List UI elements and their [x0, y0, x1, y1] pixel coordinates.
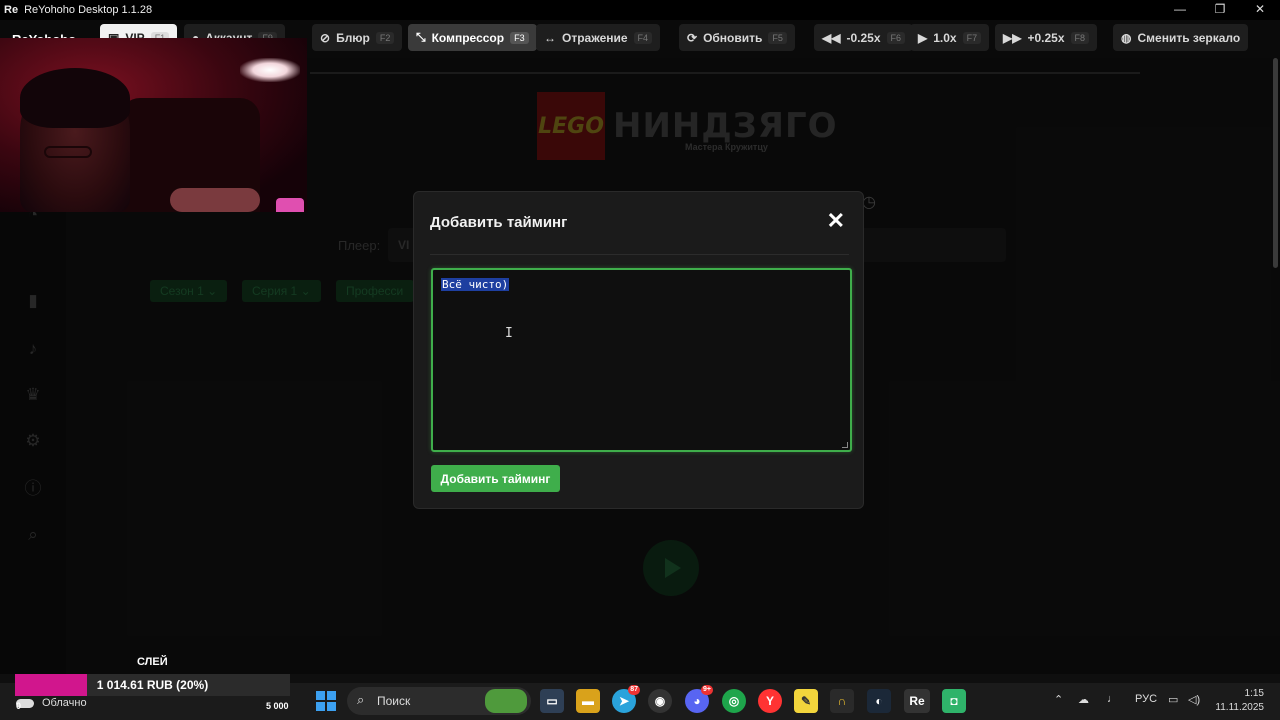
- xbox-icon[interactable]: ◎: [722, 689, 746, 713]
- speed-down-button[interactable]: ◀◀ -0.25x F6: [814, 24, 914, 51]
- search-icon: ⌕: [357, 692, 365, 707]
- speed-up-key: F8: [1070, 31, 1090, 44]
- webcam-hair: [20, 68, 130, 128]
- close-window-button[interactable]: ✕: [1240, 0, 1280, 20]
- language-indicator[interactable]: РУС: [1135, 693, 1157, 705]
- compressor-button[interactable]: ⤡ Компрессор F3: [408, 24, 537, 51]
- reyohoho-taskbar-icon[interactable]: Re: [904, 689, 930, 713]
- onedrive-icon[interactable]: ☁: [1078, 693, 1089, 706]
- system-clock[interactable]: 1:15 11.11.2025: [1215, 687, 1264, 715]
- modal-divider: [430, 254, 849, 255]
- donation-amount: 1 014.61 RUB (20%): [96, 678, 209, 692]
- text-cursor-icon: I: [505, 326, 513, 341]
- blur-key: F2: [375, 31, 395, 44]
- maximize-button[interactable]: ❐: [1200, 0, 1240, 20]
- close-icon[interactable]: ✕: [827, 210, 845, 232]
- green-app-icon[interactable]: ◘: [942, 689, 966, 713]
- app-window: Re ReYohoho Desktop 1.1.28 — ❐ ✕ ReYohoh…: [0, 0, 1280, 720]
- globe-icon: ◍: [1121, 30, 1132, 45]
- mirror-label: Отражение: [562, 30, 628, 45]
- clock-time: 1:15: [1244, 688, 1264, 699]
- telegram-badge: 87: [628, 685, 640, 695]
- donation-goal-name: СЛЕЙ: [137, 656, 168, 668]
- eye-slash-icon: ⊘: [320, 30, 331, 45]
- yandex-browser-icon[interactable]: Y: [758, 689, 782, 713]
- compress-icon: ⤡: [416, 30, 426, 44]
- volume-icon[interactable]: ◁): [1188, 693, 1200, 706]
- donation-goal-widget: СЛЕЙ 1 014.61 RUB (20%) 0 5 000: [0, 654, 300, 720]
- window-controls: — ❐ ✕: [1160, 0, 1280, 20]
- refresh-key: F5: [768, 31, 787, 44]
- tray-chevron-icon[interactable]: ⌃: [1054, 693, 1063, 706]
- speed-normal-button[interactable]: ▶ 1.0x F7: [910, 24, 990, 51]
- microphone-icon[interactable]: ♩: [1107, 693, 1118, 705]
- compressor-label: Компрессор: [431, 30, 505, 45]
- blur-button[interactable]: ⊘ Блюр F2: [312, 24, 403, 51]
- backward-icon: ◀◀: [822, 30, 841, 45]
- refresh-button[interactable]: ⟳ Обновить F5: [679, 24, 795, 51]
- task-view-icon[interactable]: ▭: [540, 689, 564, 713]
- speed-normal-label: 1.0x: [933, 30, 957, 45]
- forward-icon: ▶▶: [1003, 30, 1022, 45]
- webcam-hand: [170, 188, 260, 212]
- mirror-key: F4: [633, 31, 653, 44]
- donation-min: 0: [16, 701, 22, 711]
- change-mirror-label: Сменить зеркало: [1137, 30, 1241, 45]
- windows-start-icon[interactable]: [316, 691, 336, 711]
- title-bar: Re ReYohoho Desktop 1.1.28 — ❐ ✕: [0, 0, 1280, 20]
- webcam-overlay: [0, 38, 307, 212]
- add-timing-modal: Добавить тайминг ✕ Всё чисто) I Добавить…: [413, 191, 864, 509]
- play-icon: ▶: [918, 30, 928, 45]
- add-timing-button[interactable]: Добавить тайминг: [431, 465, 560, 492]
- change-mirror-button[interactable]: ◍ Сменить зеркало: [1113, 24, 1249, 51]
- speed-down-label: -0.25x: [846, 30, 881, 45]
- taskbar-search[interactable]: ⌕ Поиск: [347, 687, 531, 715]
- mirror-button[interactable]: ↔ Отражение F4: [536, 24, 661, 51]
- network-icon[interactable]: ▭: [1168, 693, 1178, 706]
- webcam-lamp: [240, 58, 300, 82]
- app-icon: Re: [4, 4, 19, 16]
- timing-text-selected: Всё чисто): [441, 278, 510, 291]
- sticky-notes-icon[interactable]: ✎: [794, 689, 818, 713]
- timing-textarea[interactable]: Всё чисто) I: [431, 268, 852, 452]
- webcam-pink-light: [276, 198, 304, 212]
- speed-up-label: +0.25x: [1027, 30, 1065, 45]
- search-highlight-image: [485, 689, 527, 713]
- speed-normal-key: F7: [962, 31, 982, 44]
- refresh-label: Обновить: [703, 30, 763, 45]
- obs-icon[interactable]: ◉: [648, 689, 672, 713]
- headphones-icon[interactable]: ∩: [830, 689, 854, 713]
- donation-progress-bar: 1 014.61 RUB (20%): [15, 674, 290, 696]
- discord-icon[interactable]: ◕ 9+: [685, 685, 713, 713]
- donation-max: 5 000: [266, 701, 289, 711]
- webcam-glasses: [44, 146, 92, 158]
- speed-up-button[interactable]: ▶▶ +0.25x F8: [995, 24, 1098, 51]
- refresh-icon: ⟳: [687, 30, 698, 45]
- discord-badge: 9+: [701, 685, 713, 695]
- search-label: Поиск: [377, 694, 411, 708]
- modal-title: Добавить тайминг: [430, 214, 568, 231]
- arrows-horizontal-icon: ↔: [544, 30, 556, 45]
- speed-down-key: F6: [886, 31, 906, 44]
- scrollbar[interactable]: [1273, 58, 1278, 268]
- file-explorer-icon[interactable]: ▬: [576, 689, 600, 713]
- clock-date: 11.11.2025: [1215, 702, 1264, 713]
- resize-grip[interactable]: [842, 442, 848, 448]
- steam-icon[interactable]: ◐: [867, 689, 891, 713]
- window-title: ReYohoho Desktop 1.1.28: [24, 4, 153, 16]
- telegram-icon[interactable]: ➤ 87: [612, 685, 640, 713]
- minimize-button[interactable]: —: [1160, 0, 1200, 20]
- blur-label: Блюр: [336, 30, 370, 45]
- compressor-key: F3: [510, 31, 529, 44]
